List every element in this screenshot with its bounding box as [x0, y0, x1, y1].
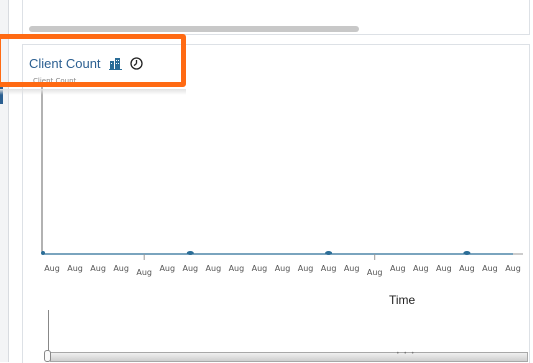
x-tick-label: Aug	[321, 264, 337, 273]
x-tick-label: Aug	[482, 264, 498, 273]
navigator-grip[interactable]: • • •	[396, 350, 415, 357]
x-tick-label: Aug	[252, 264, 268, 273]
x-tick-label: Aug	[436, 264, 452, 273]
previous-panel	[22, 0, 530, 35]
x-tick-label: Aug	[367, 268, 383, 277]
x-tick-label: Aug	[229, 264, 245, 273]
x-tick-label: Aug	[136, 268, 152, 277]
x-tick-label: Aug	[113, 264, 129, 273]
x-tick-label: Aug	[67, 264, 83, 273]
x-tick-label: Aug	[505, 264, 521, 273]
x-tick-label: Aug	[298, 264, 314, 273]
horizontal-scrollbar[interactable]	[29, 26, 523, 32]
data-point	[186, 251, 194, 255]
x-tick-label: Aug	[206, 264, 222, 273]
x-tick-label: Aug	[413, 264, 429, 273]
x-tick-label: Aug	[459, 264, 475, 273]
data-point	[325, 251, 333, 255]
chart-navigator[interactable]: • • •	[44, 310, 528, 362]
x-tick-label: Aug	[344, 264, 360, 273]
navigator-scrollbar[interactable]	[50, 352, 528, 362]
data-point	[41, 251, 45, 255]
x-tick-label: Aug	[275, 264, 291, 273]
x-tick-label: Aug	[182, 264, 198, 273]
navigator-line	[48, 310, 49, 352]
data-point	[463, 251, 471, 255]
x-tick-label: Aug	[44, 264, 60, 273]
x-tick-label: Aug	[90, 264, 106, 273]
highlight-callout	[0, 34, 186, 87]
highlight-shadow	[0, 89, 186, 95]
x-tick-label: Aug	[159, 264, 175, 273]
navigator-handle[interactable]	[44, 350, 51, 362]
horizontal-scrollbar-thumb[interactable]	[29, 26, 359, 32]
x-tick-label: Aug	[390, 264, 406, 273]
x-axis-title: Time	[389, 293, 416, 307]
